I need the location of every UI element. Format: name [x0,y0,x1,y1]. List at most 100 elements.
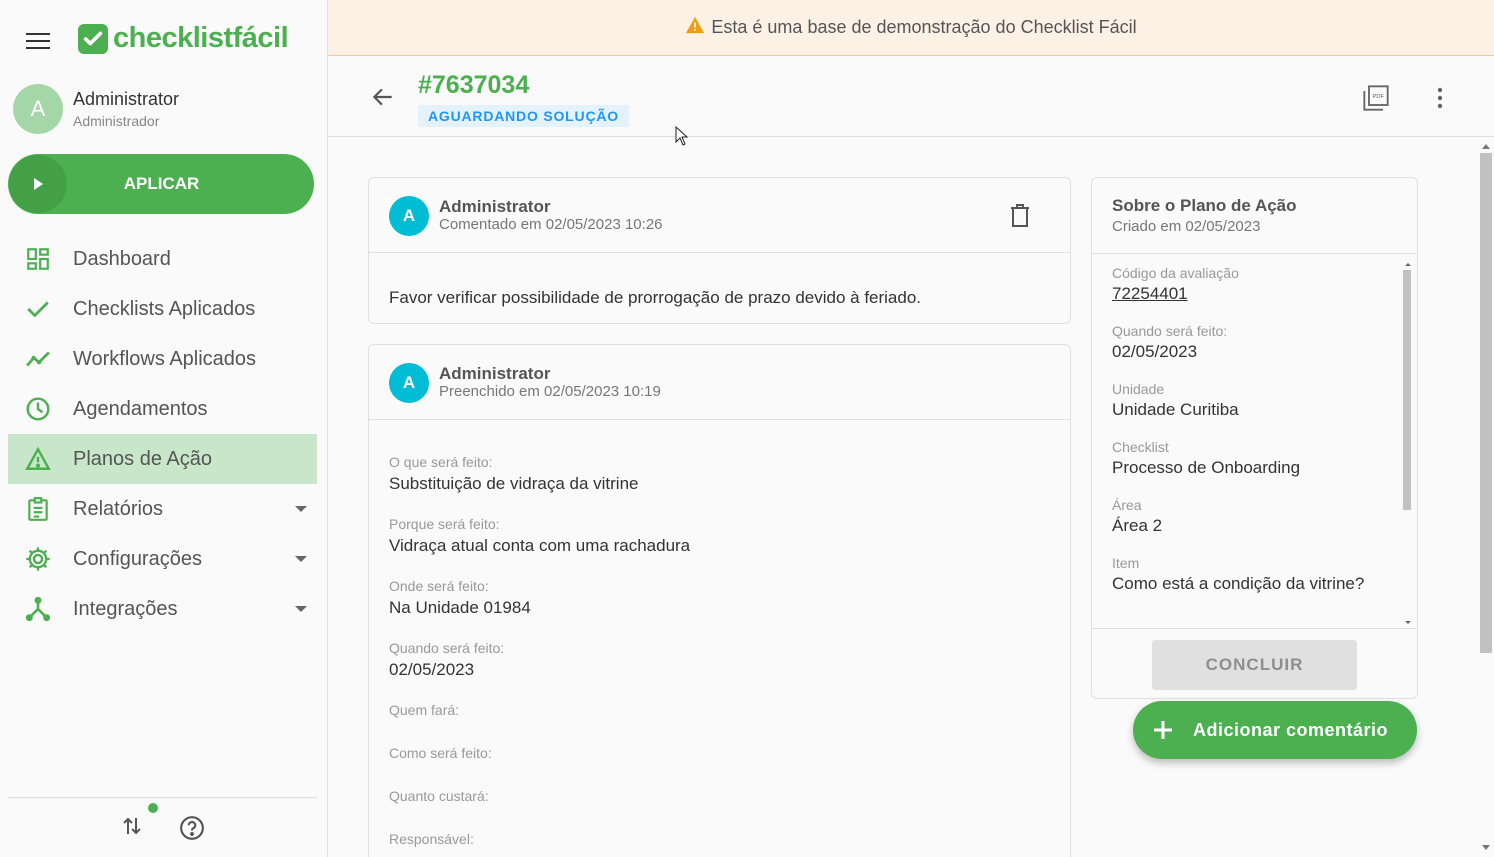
brand-logo[interactable]: checklistfácil [78,22,289,55]
sidebar-item-checklists[interactable]: Checklists Aplicados [8,284,317,334]
field-how: Como será feito: [389,745,1050,766]
user-info: Administrator Administrador [73,89,179,129]
comment-card: A Administrator Comentado em 02/05/2023 … [368,177,1071,324]
field-label: Unidade [1112,381,1165,397]
field-label: Porque será feito: [389,516,500,532]
field-label: Responsável: [389,831,474,847]
field-responsible: Responsável: [389,831,1050,847]
plus-icon [1151,718,1175,742]
field-why: Porque será feito: Vidraça atual conta c… [389,516,1050,556]
field-value: Substituição de vidraça da vitrine [389,474,639,493]
check-icon [24,295,52,323]
sidebar-top: checklistfácil [0,0,327,78]
field-value: 02/05/2023 [389,660,475,679]
field-label: Código da avaliação [1112,265,1239,281]
warning-icon [685,16,705,39]
field-cost: Quanto custará: [389,788,1050,809]
dashboard-icon [24,245,52,273]
warning-icon [24,445,52,473]
user-profile[interactable]: A Administrator Administrador [13,84,179,134]
demo-banner: Esta é uma base de demonstração do Check… [328,0,1494,56]
field-when: Quando será feito: 02/05/2023 [1112,323,1397,362]
help-icon[interactable] [179,815,205,841]
page-scroll-thumb[interactable] [1480,153,1492,653]
field-value: Processo de Onboarding [1112,458,1301,477]
field-label: Quando será feito: [389,640,505,656]
sidebar-item-label: Workflows Aplicados [73,347,257,370]
comment-author: Administrator [439,197,551,216]
main-content: A Administrator Comentado em 02/05/2023 … [328,137,1494,857]
field-what: O que será feito: Substituição de vidraç… [389,454,1050,494]
trash-icon[interactable] [1008,203,1032,229]
field-value: Vidraça atual conta com uma rachadura [389,536,691,555]
about-details[interactable]: Código da avaliação 72254401 Quando será… [1092,255,1417,629]
sidebar-item-workflows[interactable]: Workflows Aplicados [8,334,317,384]
back-arrow-icon[interactable] [370,84,396,110]
plan-fields: O que será feito: Substituição de vidraç… [369,420,1070,847]
field-label: Quem fará: [389,702,460,718]
sidebar-item-label: Planos de Ação [73,447,212,470]
field-value: Área 2 [1112,516,1163,535]
clock-icon [24,395,52,423]
field-label: Quando será feito: [1112,323,1228,339]
trend-icon [24,345,52,373]
chevron-down-icon[interactable] [295,506,307,512]
user-name: Administrator [73,89,180,109]
field-eval-code: Código da avaliação 72254401 [1112,265,1397,304]
sidebar-item-integracoes[interactable]: Integrações [8,584,317,634]
cursor-icon [675,125,689,146]
sidebar-item-label: Checklists Aplicados [73,297,256,320]
page-title: #7637034 [418,71,530,99]
sidebar-item-label: Relatórios [73,497,164,520]
apply-button[interactable]: APLICAR [8,154,314,214]
plan-date: Preenchido em 02/05/2023 10:19 [439,383,661,400]
field-value: 02/05/2023 [1112,342,1198,361]
add-comment-button[interactable]: Adicionar comentário [1133,701,1417,759]
avatar: A [13,84,63,134]
field-who: Quem fará: [389,702,1050,723]
svg-text:PDF: PDF [1373,94,1385,100]
field-value: Na Unidade 01984 [389,598,531,617]
field-label: Checklist [1112,439,1169,455]
field-label: Área [1112,497,1142,513]
chevron-down-icon[interactable] [295,606,307,612]
field-label: O que será feito: [389,454,493,470]
conclude-button[interactable]: CONCLUIR [1152,640,1357,690]
field-label: Como será feito: [389,745,492,761]
sidebar-item-configuracoes[interactable]: Configurações [8,534,317,584]
field-checklist: Checklist Processo de Onboarding [1112,439,1397,478]
sidebar-item-relatorios[interactable]: Relatórios [8,484,317,534]
plan-card: A Administrator Preenchido em 02/05/2023… [368,344,1071,857]
sidebar-nav: Dashboard Checklists Aplicados Workflows… [8,234,317,634]
sidebar-item-label: Dashboard [73,247,171,270]
field-unit: Unidade Unidade Curitiba [1112,381,1397,420]
comment-text: Favor verificar possibilidade de prorrog… [389,288,922,307]
more-vert-icon[interactable] [1428,84,1452,112]
gear-icon [24,545,52,573]
about-plan-card: Sobre o Plano de Ação Criado em 02/05/20… [1091,177,1418,699]
sidebar: checklistfácil A Administrator Administr… [0,0,328,857]
about-title: Sobre o Plano de Ação [1112,196,1297,215]
sync-icon[interactable] [120,814,144,838]
field-area: Área Área 2 [1112,497,1397,536]
integration-icon [24,595,52,623]
sidebar-item-planos[interactable]: Planos de Ação [8,434,317,484]
page-header: #7637034 AGUARDANDO SOLUÇÃO PDF [328,56,1494,137]
pdf-icon[interactable]: PDF [1362,84,1390,112]
sidebar-item-label: Configurações [73,547,202,570]
field-when: Quando será feito: 02/05/2023 [389,640,1050,680]
logo-check-icon [78,23,108,54]
about-date: Criado em 02/05/2023 [1112,218,1261,235]
menu-icon[interactable] [26,33,50,51]
sidebar-item-dashboard[interactable]: Dashboard [8,234,317,284]
eval-code-link[interactable]: 72254401 [1112,284,1397,304]
sidebar-item-agendamentos[interactable]: Agendamentos [8,384,317,434]
sidebar-item-label: Agendamentos [73,397,208,420]
details-scroll-thumb[interactable] [1403,270,1411,510]
clipboard-icon [24,495,52,523]
avatar: A [389,363,429,403]
apply-label: APLICAR [123,174,200,193]
status-badge: AGUARDANDO SOLUÇÃO [418,105,629,127]
sidebar-footer [8,797,317,857]
chevron-down-icon[interactable] [295,556,307,562]
